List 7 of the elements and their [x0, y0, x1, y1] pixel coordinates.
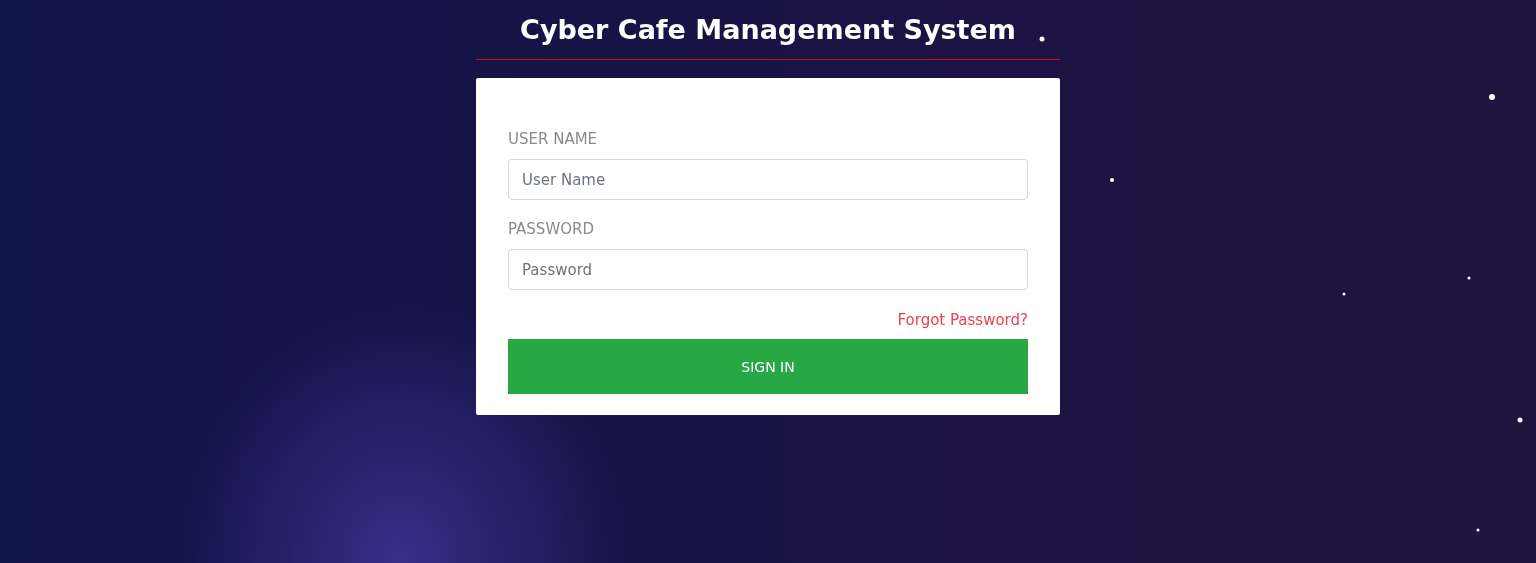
input-field[interactable]: User Name	[508, 159, 1028, 200]
sign-in-button[interactable]: SIGN IN	[508, 339, 1028, 394]
field-label: PASSWORD	[508, 220, 594, 238]
page-title: Cyber Cafe Management System	[476, 14, 1060, 60]
forgot-password-link[interactable]: Forgot Password?	[897, 311, 1028, 329]
field-label: USER NAME	[508, 130, 598, 148]
input-field[interactable]: Password	[508, 249, 1028, 290]
